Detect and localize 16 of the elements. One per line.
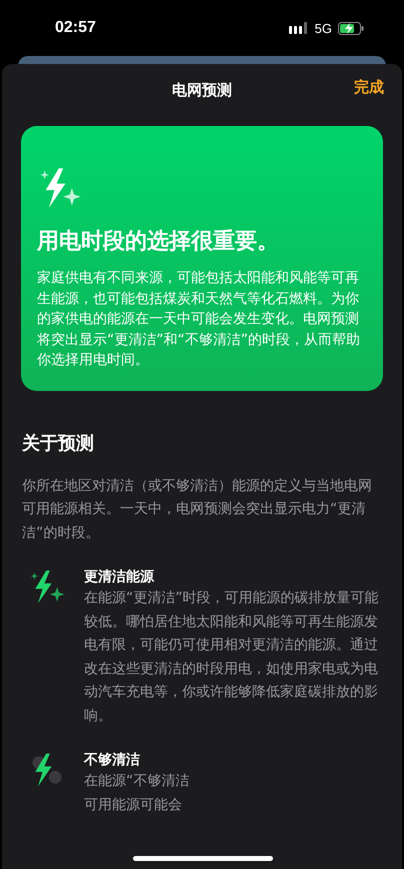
about-paragraph: 你所在地区对清洁（或不够清洁）能源的定义与当地电网可用能源相关。一天中，电网预测会突出显示电力“更清洁”的时段。 — [22, 476, 373, 542]
hero-headline: 用电时段的选择很重要。 — [37, 228, 280, 256]
item-title: 不够清洁 — [84, 751, 141, 770]
status-time: 02:57 — [55, 19, 96, 37]
hero-body: 家庭供电有不同来源，可能包括太阳能和风能等可再生能源，也可能包括煤炭和天然气等化石燃料。为你的家供电的能源在一天中可能会发生变化。电网预测将突出显示“更清洁”和“不够清洁”的时段，从而帮助你选择用电时间。 — [37, 269, 362, 370]
item-description: 可用能源可能会 — [84, 796, 183, 814]
section-title: 关于预测 — [22, 432, 95, 454]
item-description: 在能源“不够清洁 — [84, 772, 190, 791]
item-description: 在能源“更清洁”时段，可用能源的碳排放量可能较低。哪怕居住地太阳能和风能等可再生能源发电有限，可能仍可使用相对更清洁的能源。通过改在这些更清洁的时段用电，如使用家电或为电动汽车充电等，你或许能够降低家庭碳排放的影响。 — [84, 589, 380, 726]
done-button[interactable]: 完成 — [354, 78, 384, 97]
battery-charging-icon — [338, 22, 364, 34]
home-indicator[interactable] — [133, 856, 273, 861]
network-label: 5G — [314, 20, 332, 36]
sheet-title: 电网预测 — [172, 80, 232, 100]
item-title: 更清洁能源 — [84, 568, 156, 587]
signal-icon — [288, 22, 309, 34]
